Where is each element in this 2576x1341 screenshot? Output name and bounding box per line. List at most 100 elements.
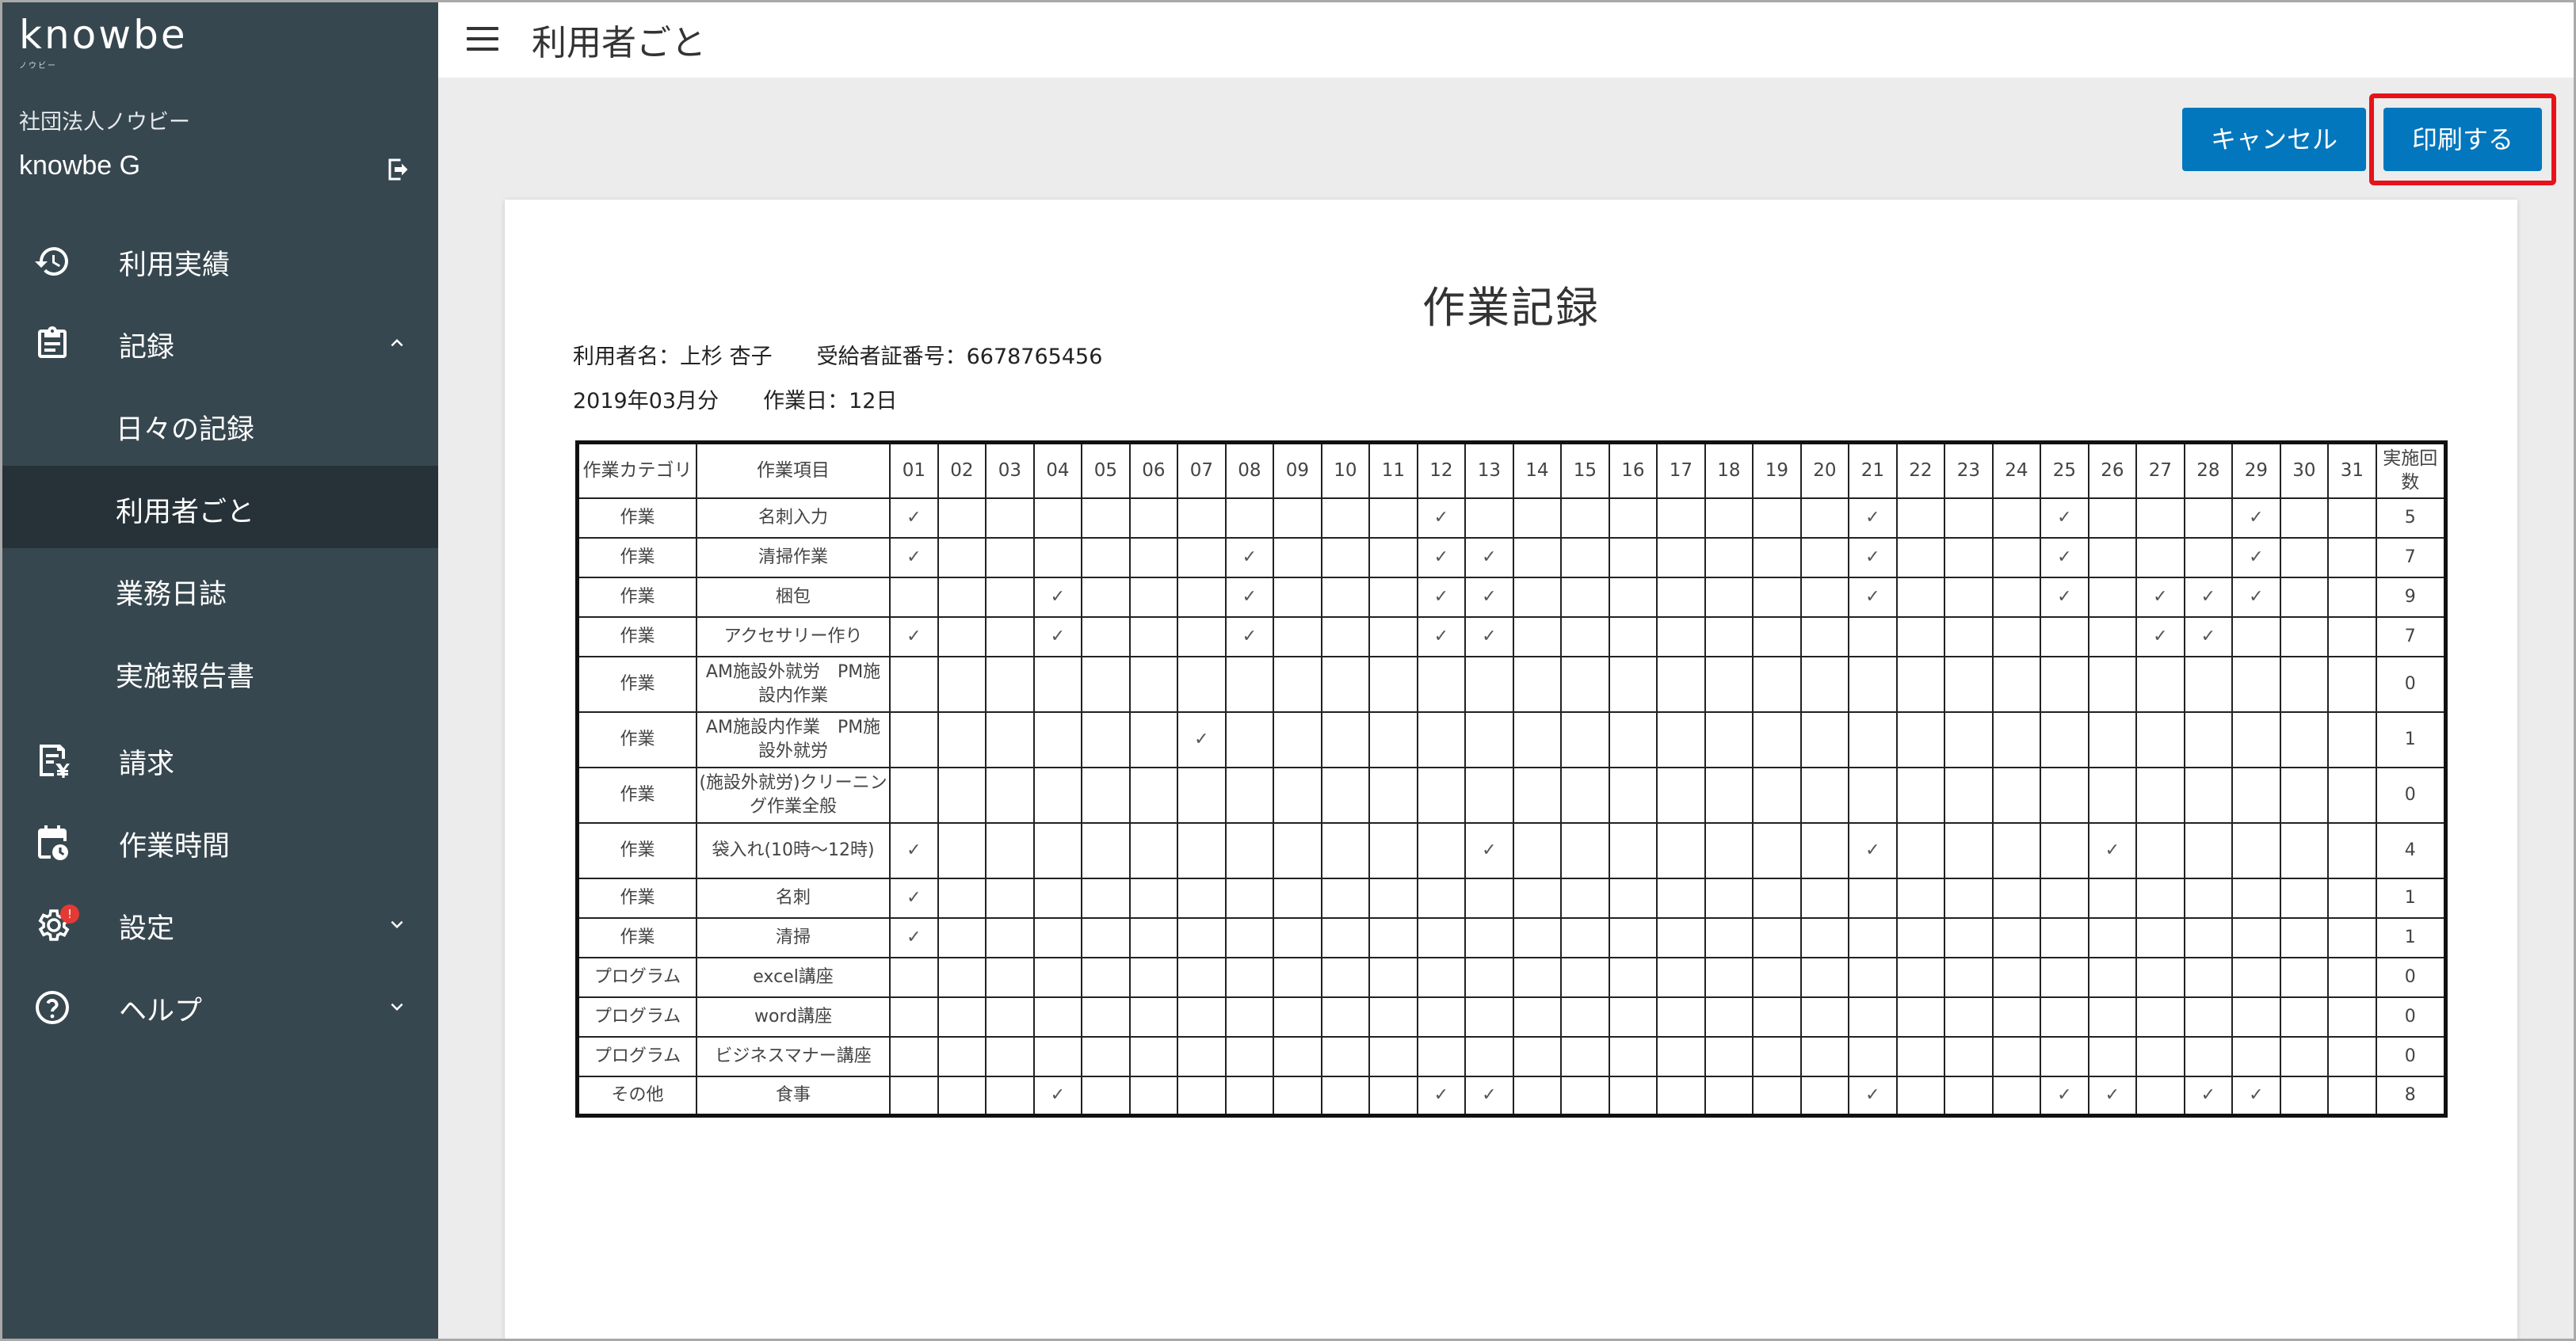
day-cell (937, 711, 987, 768)
header-day-28: 28 (2183, 441, 2234, 499)
day-cell (1704, 711, 1754, 768)
check-mark: ✓ (1482, 840, 1497, 860)
day-cell: ✓ (2231, 536, 2281, 578)
menu-icon[interactable] (467, 27, 498, 51)
check-mark: ✓ (1242, 587, 1257, 607)
day-cell (1560, 497, 1610, 539)
day-cell (2279, 655, 2330, 713)
sidebar-item-implementation-report[interactable]: 実施報告書 (0, 630, 438, 713)
day-cell (1704, 996, 1754, 1038)
day-cell (1848, 1035, 1898, 1077)
day-cell (2087, 877, 2138, 919)
day-cell (889, 996, 939, 1038)
check-mark: ✓ (2200, 627, 2216, 646)
day-cell: ✓ (2135, 576, 2185, 618)
work-days-label: 作業日： (763, 389, 849, 413)
organization-name: 社団法人ノウビー (19, 110, 190, 135)
day-cell (1512, 615, 1563, 657)
day-cell (1656, 576, 1706, 618)
sidebar-item-billing[interactable]: 請求 (0, 718, 438, 800)
day-cell (1560, 655, 1610, 713)
header-day-05: 05 (1081, 441, 1131, 499)
day-cell (1799, 766, 1850, 824)
day-cell (1177, 956, 1227, 998)
day-cell (1608, 1035, 1658, 1077)
check-mark: ✓ (1865, 840, 1880, 860)
day-cell (1224, 1035, 1275, 1077)
day-cell (1368, 766, 1418, 824)
sidebar-item-daily-records[interactable]: 日々の記録 (0, 383, 438, 466)
day-cell (1464, 956, 1514, 998)
check-mark: ✓ (1865, 547, 1880, 567)
day-cell: ✓ (2087, 821, 2138, 879)
sidebar-item-label: 請求 (119, 749, 175, 780)
day-cell: ✓ (2183, 576, 2234, 618)
cancel-button[interactable]: キャンセル (2182, 108, 2366, 171)
sidebar-item-label: 業務日誌 (116, 579, 227, 611)
day-cell (2183, 766, 2234, 824)
day-cell (1081, 497, 1131, 539)
sidebar-item-work-diary[interactable]: 業務日誌 (0, 548, 438, 630)
day-cell: ✓ (2087, 1075, 2138, 1117)
day-cell (1512, 766, 1563, 824)
day-cell (1368, 711, 1418, 768)
day-cell (2040, 877, 2089, 919)
sidebar-item-per-user[interactable]: 利用者ごと (0, 466, 438, 548)
day-cell (1895, 956, 1946, 998)
day-cell (1081, 916, 1131, 958)
user-name: 上杉 杏子 (680, 345, 773, 369)
day-cell (1752, 1075, 1802, 1117)
day-cell (2183, 536, 2234, 578)
day-cell (1320, 956, 1371, 998)
day-cell (889, 766, 939, 824)
day-cell (1799, 655, 1850, 713)
sidebar-item-usage-results[interactable]: 利用実績 (0, 219, 438, 301)
day-cell (1128, 655, 1179, 713)
check-mark: ✓ (1050, 1085, 1066, 1106)
day-cell (1320, 766, 1371, 824)
header-day-14: 14 (1512, 441, 1563, 499)
app-header: 利用者ごと (438, 0, 2576, 78)
sidebar-item-records[interactable]: 記録 (0, 301, 438, 383)
day-cell: ✓ (2231, 497, 2281, 539)
day-cell (937, 996, 987, 1038)
day-cell (1991, 766, 2042, 824)
day-cell (1799, 536, 1850, 578)
sidebar-item-label: 実施報告書 (116, 661, 255, 693)
sidebar-item-help[interactable]: ヘルプ (0, 965, 438, 1047)
day-cell (1273, 916, 1322, 958)
day-cell (1752, 821, 1802, 879)
day-cell (2183, 1035, 2234, 1077)
day-cell (1128, 766, 1179, 824)
day-cell (1464, 711, 1514, 768)
day-cell (1704, 1075, 1754, 1117)
day-cell (1656, 821, 1706, 879)
day-cell (1752, 996, 1802, 1038)
day-cell (1656, 766, 1706, 824)
chevron-down-icon (391, 1003, 403, 1011)
day-cell (1032, 711, 1083, 768)
sidebar-item-work-time[interactable]: 作業時間 (0, 800, 438, 882)
day-cell (937, 1035, 987, 1077)
day-cell (1177, 996, 1227, 1038)
day-cell (985, 877, 1035, 919)
header-day-24: 24 (1991, 441, 2042, 499)
day-cell (2040, 956, 2089, 998)
sidebar-item-settings[interactable]: ! 設定 (0, 882, 438, 965)
knowbe-logo[interactable]: knowbe ノウビー (19, 13, 185, 76)
day-cell: ✓ (1848, 536, 1898, 578)
day-cell (1704, 877, 1754, 919)
day-cell (2135, 711, 2185, 768)
logout-icon[interactable] (385, 155, 414, 184)
day-cell (1128, 615, 1179, 657)
day-cell (1512, 996, 1563, 1038)
day-cell (2327, 877, 2377, 919)
day-cell (2183, 916, 2234, 958)
table-row: その他 食事 ✓ ✓ ✓ ✓ ✓ ✓ ✓ ✓ 8 (576, 1075, 2447, 1117)
day-cell (1799, 821, 1850, 879)
table-row: プログラム word講座 0 (576, 996, 2447, 1038)
header-day-12: 12 (1416, 441, 1467, 499)
day-cell (1128, 497, 1179, 539)
day-cell (1991, 996, 2042, 1038)
header-day-16: 16 (1608, 441, 1658, 499)
